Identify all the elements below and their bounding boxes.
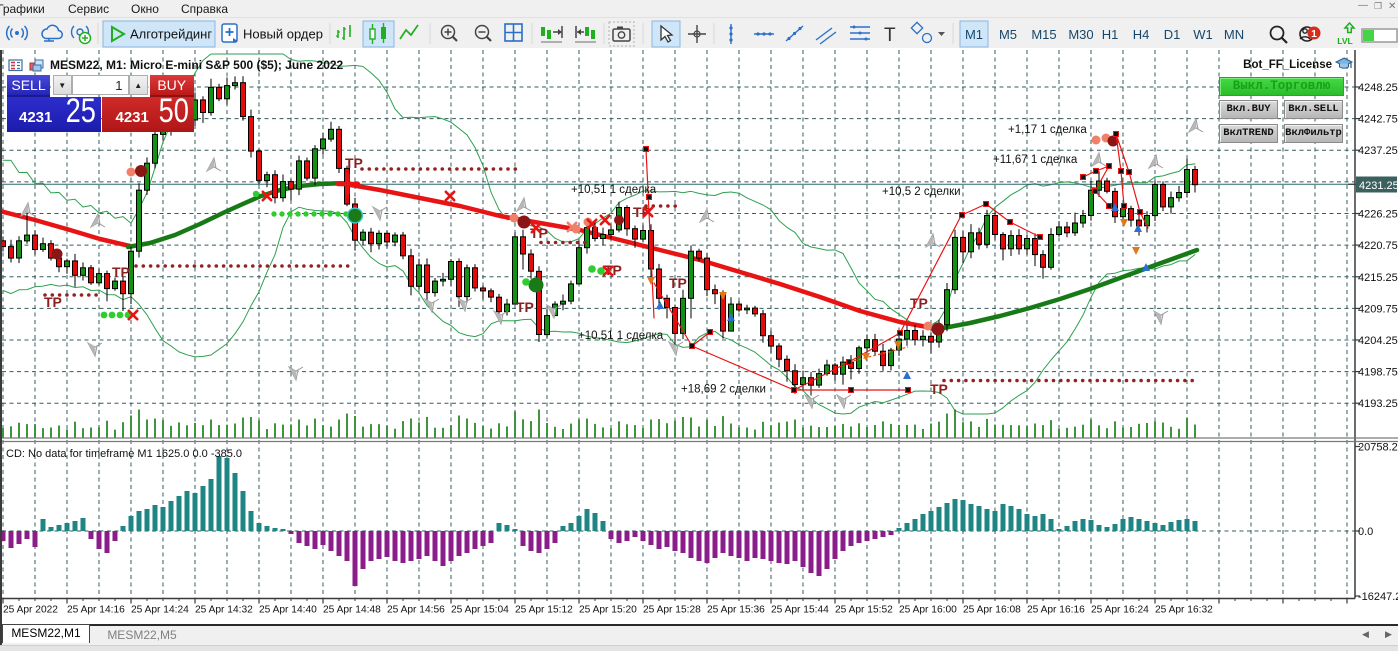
svg-text:+10,51 1 сделка: +10,51 1 сделка (578, 330, 664, 342)
svg-text:+10,5 2 сделки: +10,5 2 сделки (882, 186, 961, 198)
svg-text:TP: TP (516, 299, 534, 315)
svg-text:TP: TP (669, 275, 687, 291)
svg-text:25 Apr 16:32: 25 Apr 16:32 (1155, 605, 1213, 616)
svg-text:25 Apr 16:00: 25 Apr 16:00 (899, 605, 957, 616)
svg-text:1: 1 (1311, 28, 1317, 40)
svg-text:4242.75: 4242.75 (1358, 114, 1398, 126)
svg-text:25 Apr 15:28: 25 Apr 15:28 (643, 605, 701, 616)
svg-text:Алготрейдинг: Алготрейдинг (130, 27, 212, 42)
svg-text:-16247.2: -16247.2 (1358, 591, 1398, 603)
svg-text:4220.75: 4220.75 (1358, 240, 1398, 252)
svg-text:4226.25: 4226.25 (1358, 209, 1398, 221)
svg-text:4215.25: 4215.25 (1358, 272, 1398, 284)
svg-text:TP: TP (44, 294, 62, 310)
svg-text:LVL: LVL (1337, 36, 1352, 46)
svg-text:M5: M5 (999, 27, 1017, 42)
svg-text:4193.25: 4193.25 (1358, 398, 1398, 410)
svg-text:25 Apr 15:52: 25 Apr 15:52 (835, 605, 893, 616)
svg-text:+10,51 1 сделка: +10,51 1 сделка (571, 184, 657, 196)
svg-text:25 Apr 15:12: 25 Apr 15:12 (515, 605, 573, 616)
svg-text:TP: TP (345, 155, 363, 171)
svg-text:25 Apr 15:20: 25 Apr 15:20 (579, 605, 637, 616)
svg-text:M15: M15 (1031, 27, 1056, 42)
svg-text:25 Apr 15:44: 25 Apr 15:44 (771, 605, 829, 616)
svg-text:25 Apr 14:16: 25 Apr 14:16 (67, 605, 125, 616)
svg-text:4204.25: 4204.25 (1358, 335, 1398, 347)
svg-text:T: T (884, 25, 896, 46)
svg-text:Новый ордер: Новый ордер (243, 27, 323, 42)
svg-text:25 Apr 14:24: 25 Apr 14:24 (131, 605, 189, 616)
svg-text:4237.25: 4237.25 (1358, 145, 1398, 157)
svg-text:25 Apr 15:36: 25 Apr 15:36 (707, 605, 765, 616)
svg-text:+18,69 2 сделки: +18,69 2 сделки (681, 384, 766, 396)
svg-text:TP: TP (112, 264, 130, 280)
svg-text:25 Apr 14:56: 25 Apr 14:56 (387, 605, 445, 616)
svg-text:20758.2: 20758.2 (1358, 442, 1398, 454)
svg-text:MESM22, M1: Micro E-mini S&P: MESM22, M1: Micro E-mini S&P 500 ($5); J… (50, 58, 344, 72)
svg-text:25 Apr 2022: 25 Apr 2022 (3, 605, 58, 616)
svg-text:4198.75: 4198.75 (1358, 367, 1398, 379)
svg-text:MN: MN (1224, 27, 1244, 42)
svg-text:TP: TP (930, 381, 948, 397)
svg-text:M1: M1 (965, 27, 983, 42)
svg-text:0.0: 0.0 (1358, 526, 1373, 538)
svg-text:4248.25: 4248.25 (1358, 82, 1398, 94)
svg-text:25 Apr 14:40: 25 Apr 14:40 (259, 605, 317, 616)
svg-text:+1,17 1 сделка: +1,17 1 сделка (1008, 124, 1087, 136)
svg-text:W1: W1 (1193, 27, 1213, 42)
svg-text:25 Apr 16:24: 25 Apr 16:24 (1091, 605, 1149, 616)
svg-text:D1: D1 (1164, 27, 1181, 42)
svg-text:25 Apr 16:16: 25 Apr 16:16 (1027, 605, 1085, 616)
svg-text:CD: No data for timeframe M1 1: CD: No data for timeframe M1 1625.0 0.0 … (6, 448, 242, 460)
svg-text:H4: H4 (1133, 27, 1150, 42)
svg-text:25 Apr 14:48: 25 Apr 14:48 (323, 605, 381, 616)
svg-text:25 Apr 16:08: 25 Apr 16:08 (963, 605, 1021, 616)
svg-text:4209.75: 4209.75 (1358, 303, 1398, 315)
svg-text:Bot_FF_License: Bot_FF_License (1243, 59, 1332, 71)
svg-text:25 Apr 15:04: 25 Apr 15:04 (451, 605, 509, 616)
svg-text:H1: H1 (1102, 27, 1119, 42)
svg-text:25 Apr 14:32: 25 Apr 14:32 (195, 605, 253, 616)
svg-text:M30: M30 (1068, 27, 1093, 42)
svg-text:+11,67 1 сделка: +11,67 1 сделка (993, 154, 1078, 166)
svg-text:4231.25: 4231.25 (1359, 180, 1398, 192)
